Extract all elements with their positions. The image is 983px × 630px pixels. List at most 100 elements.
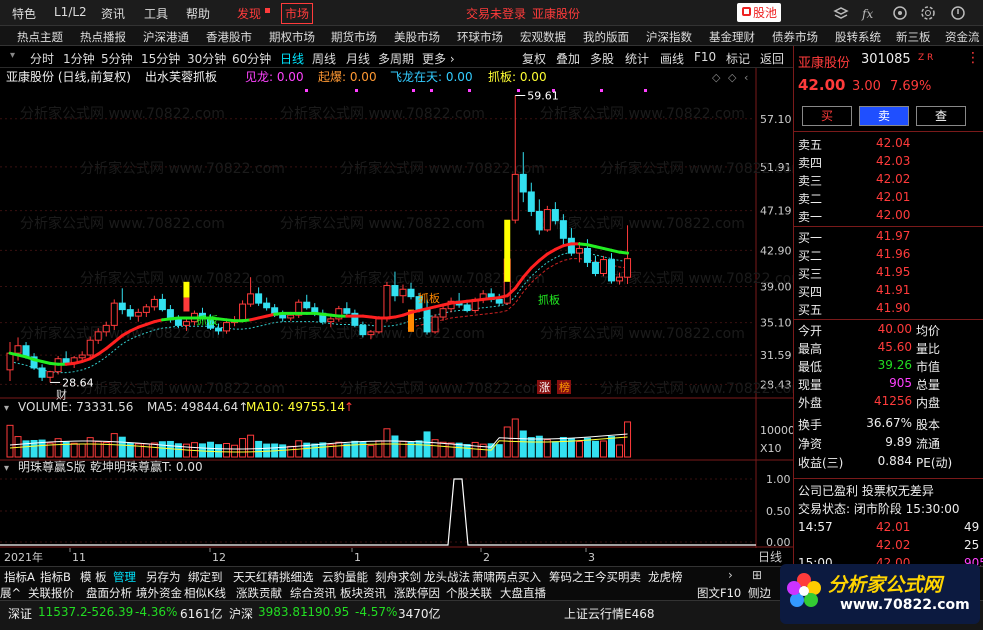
candle-body[interactable] xyxy=(263,302,271,309)
tool-3[interactable]: 统计 xyxy=(625,50,649,67)
nav-item-2[interactable]: 沪深港通 xyxy=(143,29,189,45)
nav-item-1[interactable]: 热点播报 xyxy=(80,29,126,45)
candle-body[interactable] xyxy=(38,367,46,378)
tool-4[interactable]: 画线 xyxy=(660,50,684,67)
candle-body[interactable] xyxy=(375,318,383,333)
candle-body[interactable] xyxy=(399,288,407,297)
candle-body[interactable] xyxy=(511,173,519,221)
tool-0[interactable]: 复权 xyxy=(522,50,546,67)
menu-market[interactable]: 市场 xyxy=(281,3,314,24)
candle-body[interactable] xyxy=(223,322,231,332)
candle-body[interactable] xyxy=(150,298,158,308)
candle-body[interactable] xyxy=(142,306,150,313)
menu-special[interactable]: 特色 xyxy=(12,5,36,22)
tool-2[interactable]: 多股 xyxy=(590,50,614,67)
candle-body[interactable] xyxy=(14,345,22,354)
candle-body[interactable] xyxy=(616,276,624,282)
period-tab-9[interactable]: 多周期 xyxy=(378,50,414,67)
candle-body[interactable] xyxy=(174,319,182,326)
candle-body[interactable] xyxy=(407,288,415,298)
candle-body[interactable] xyxy=(527,191,535,212)
period-tab-3[interactable]: 15分钟 xyxy=(141,50,180,67)
tool-1[interactable]: 叠加 xyxy=(556,50,580,67)
nav-item-13[interactable]: 股转系统 xyxy=(835,29,881,45)
candle-body[interactable] xyxy=(126,309,134,317)
period-tab-7[interactable]: 周线 xyxy=(312,50,336,67)
period-tab-1[interactable]: 1分钟 xyxy=(63,50,95,67)
info-tab-1[interactable]: 关联报价 xyxy=(28,585,74,601)
indicator-name[interactable]: 出水芙蓉抓板 xyxy=(145,70,217,84)
nav-item-12[interactable]: 债券市场 xyxy=(772,29,818,45)
trade-button-0[interactable]: 买 xyxy=(802,106,852,126)
nav-item-4[interactable]: 期权市场 xyxy=(269,29,315,45)
info-tab-2[interactable]: 盘面分析 xyxy=(86,585,132,601)
menu-discover[interactable]: 发现 xyxy=(237,5,261,22)
candle-body[interactable] xyxy=(463,304,471,312)
candle-body[interactable] xyxy=(86,339,94,356)
candle-body[interactable] xyxy=(431,316,439,333)
nav-item-7[interactable]: 环球市场 xyxy=(457,29,503,45)
trade-button-2[interactable]: 查 xyxy=(916,106,966,126)
candle-body[interactable] xyxy=(559,220,567,239)
candle-body[interactable] xyxy=(182,321,190,326)
period-tab-6[interactable]: 日线 xyxy=(280,50,304,67)
grid-icon[interactable]: ⊞ xyxy=(752,568,762,582)
candle-body[interactable] xyxy=(215,327,223,332)
info-tab-8[interactable]: 涨跌停因 xyxy=(394,585,440,601)
candle-body[interactable] xyxy=(359,324,367,336)
info-tab-0[interactable]: 展^ xyxy=(0,585,21,601)
period-tab-8[interactable]: 月线 xyxy=(346,50,370,67)
chart-area[interactable]: 57.1051.9147.1942.9039.0035.1031.5928.43… xyxy=(0,68,793,566)
candle-body[interactable] xyxy=(439,308,447,318)
collapse-icon[interactable]: ▾ xyxy=(10,50,15,61)
nav-item-10[interactable]: 沪深指数 xyxy=(646,29,692,45)
candle-body[interactable] xyxy=(6,352,14,371)
nav-item-15[interactable]: 资金流 xyxy=(945,29,980,45)
candle-body[interactable] xyxy=(279,314,287,319)
period-tab-5[interactable]: 60分钟 xyxy=(232,50,271,67)
candle-body[interactable] xyxy=(303,301,311,309)
candle-body[interactable] xyxy=(519,173,527,193)
candle-body[interactable] xyxy=(134,311,142,317)
candle-body[interactable] xyxy=(551,209,559,222)
info-tab-6[interactable]: 综合资讯 xyxy=(290,585,336,601)
scroll-right-icon[interactable]: › xyxy=(728,568,733,582)
menu-help[interactable]: 帮助 xyxy=(186,5,210,22)
layers-icon[interactable] xyxy=(833,5,849,21)
candle-body[interactable] xyxy=(110,302,118,326)
nav-item-9[interactable]: 我的版面 xyxy=(583,29,629,45)
candle-body[interactable] xyxy=(423,309,431,333)
tool-5[interactable]: F10 xyxy=(694,50,716,64)
candle-body[interactable] xyxy=(608,259,615,282)
candle-body[interactable] xyxy=(624,258,632,278)
nav-item-5[interactable]: 期货市场 xyxy=(331,29,377,45)
candle-body[interactable] xyxy=(583,247,591,263)
candle-body[interactable] xyxy=(158,298,166,311)
candle-body[interactable] xyxy=(255,293,263,304)
candle-body[interactable] xyxy=(543,209,551,231)
info-tab-4[interactable]: 相似K线 xyxy=(184,585,226,601)
side-tab[interactable]: 侧边 xyxy=(748,585,771,601)
candle-body[interactable] xyxy=(535,210,543,231)
menu-news[interactable]: 资讯 xyxy=(101,5,125,22)
period-tab-2[interactable]: 5分钟 xyxy=(101,50,133,67)
info-tab-10[interactable]: 大盘直播 xyxy=(500,585,546,601)
candle-body[interactable] xyxy=(247,293,255,305)
candle-body[interactable] xyxy=(239,303,247,321)
candle-body[interactable] xyxy=(287,314,295,319)
candle-body[interactable] xyxy=(46,371,54,378)
candle-body[interactable] xyxy=(62,358,70,363)
candle-body[interactable] xyxy=(343,308,351,314)
candle-body[interactable] xyxy=(102,324,110,333)
menu-tools[interactable]: 工具 xyxy=(144,5,168,22)
candle-body[interactable] xyxy=(94,331,102,341)
candle-body[interactable] xyxy=(391,285,399,297)
candle-body[interactable] xyxy=(591,261,599,274)
more-icon[interactable]: ⋮ xyxy=(966,50,980,66)
info-tab-9[interactable]: 个股关联 xyxy=(446,585,492,601)
info-tab-7[interactable]: 板块资讯 xyxy=(340,585,386,601)
tool-7[interactable]: 返回 xyxy=(760,50,784,67)
nav-item-0[interactable]: 热点主题 xyxy=(17,29,63,45)
period-tab-10[interactable]: 更多 › xyxy=(422,50,455,67)
info-tab-5[interactable]: 涨跌贡献 xyxy=(236,585,282,601)
